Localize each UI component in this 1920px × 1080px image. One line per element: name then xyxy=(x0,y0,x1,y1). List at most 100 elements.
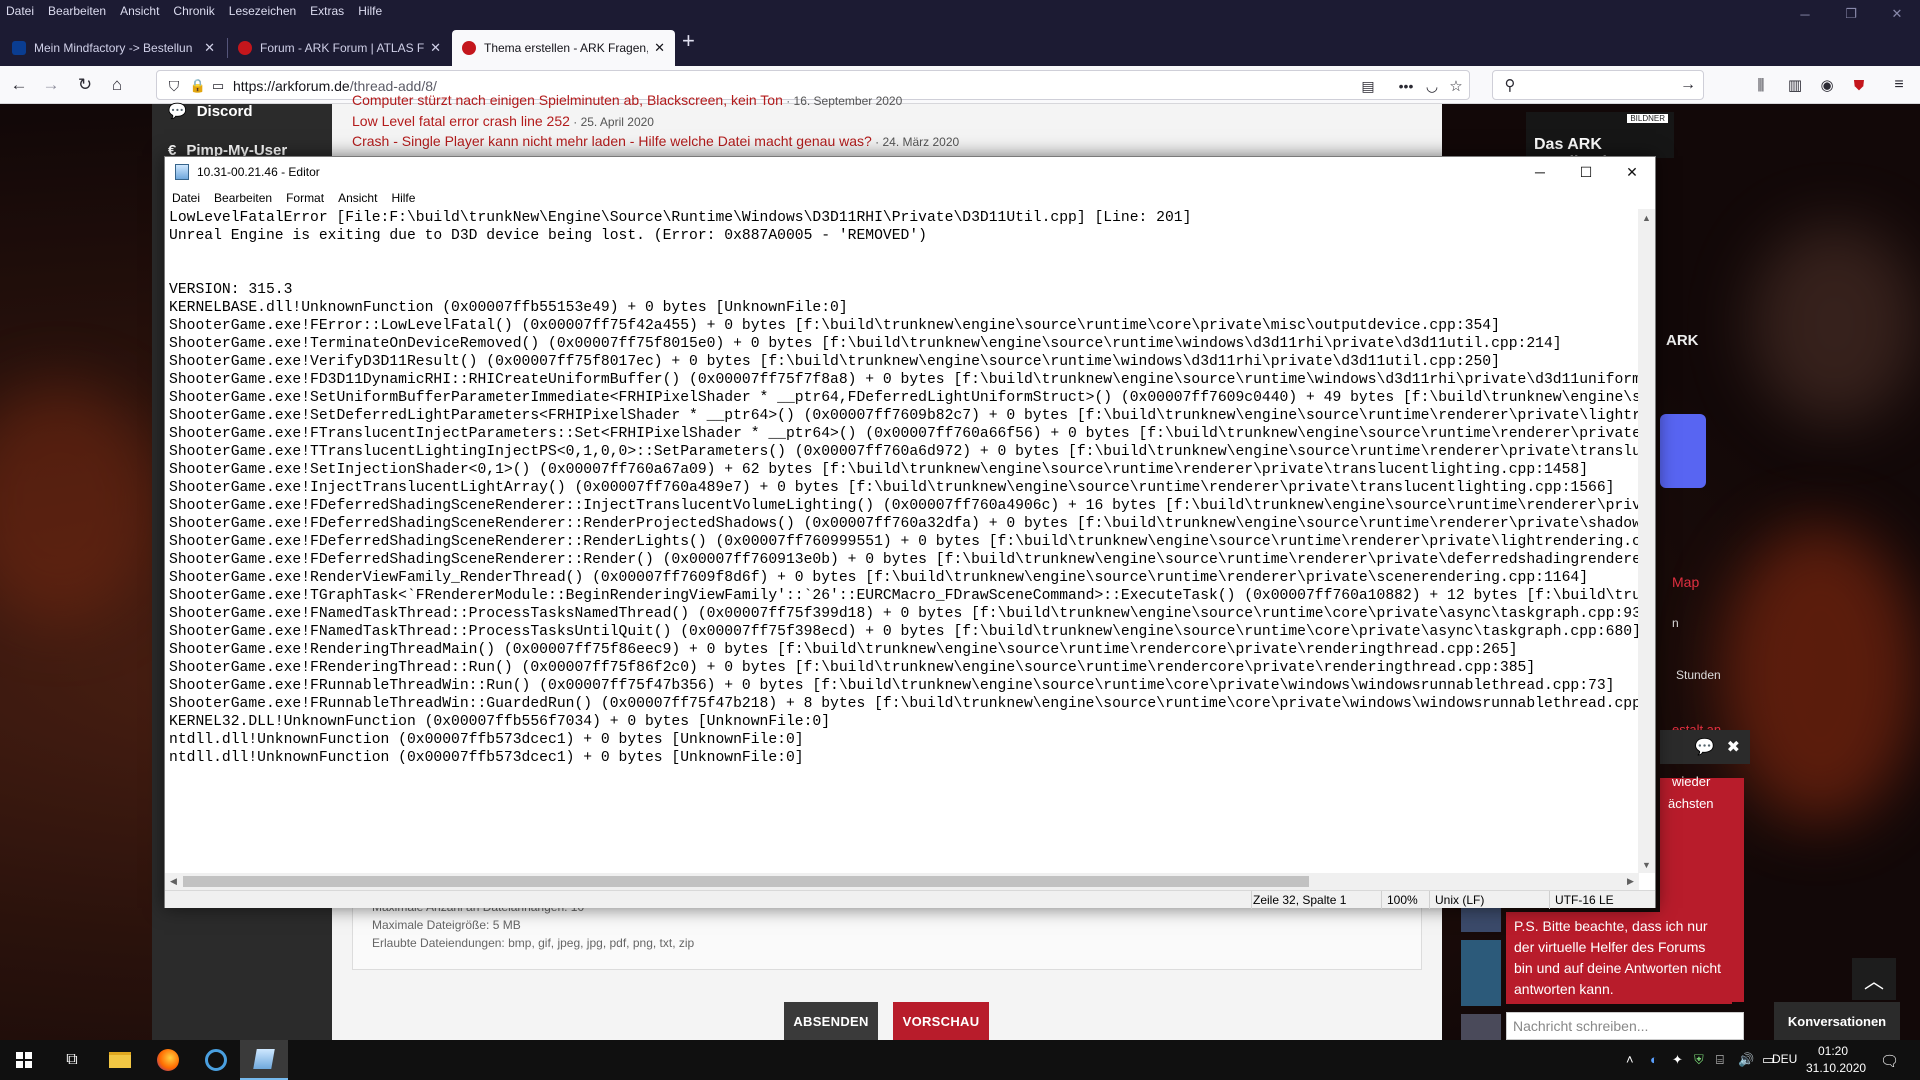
sidebar-icon[interactable]: ▥ xyxy=(1782,72,1808,98)
chat-bubble-icon[interactable]: 💬 xyxy=(1695,737,1715,757)
thread-title: Crash - Single Player kann nicht mehr la… xyxy=(352,133,872,149)
new-tab-icon[interactable]: + xyxy=(682,28,695,54)
chat-message-input[interactable]: Nachricht schreiben... xyxy=(1506,1012,1744,1040)
similar-thread-link[interactable]: Crash - Single Player kann nicht mehr la… xyxy=(352,133,959,149)
chat-snippet: ächsten xyxy=(1668,796,1714,811)
sidebar-item-discord[interactable]: 💬 Discord xyxy=(168,102,253,121)
handbuch-badge: BILDNER xyxy=(1627,114,1668,123)
search-icon: ⚲ xyxy=(1504,77,1516,94)
background-glow xyxy=(0,384,160,624)
menu-format[interactable]: Format xyxy=(279,191,331,205)
menu-ansicht[interactable]: Ansicht xyxy=(331,191,384,205)
input-language[interactable]: DEU xyxy=(1772,1052,1797,1066)
menu-ansicht[interactable]: Ansicht xyxy=(113,4,166,18)
firefox-taskbar-icon[interactable] xyxy=(144,1040,192,1080)
arc-launcher-icon[interactable] xyxy=(192,1040,240,1080)
go-arrow-icon[interactable]: → xyxy=(1675,72,1701,98)
windows-taskbar: ⧉ ˄ ◐ ✦ ⛨ ⌸ 🔊 ▭ DEU 01:20 31.10.2020 🗨 xyxy=(0,1040,1920,1080)
bookmark-star-icon[interactable]: ☆ xyxy=(1443,73,1469,99)
close-tab-icon[interactable]: ✕ xyxy=(654,40,665,56)
tray-network-app-icon[interactable]: ✦ xyxy=(1672,1052,1683,1068)
tab-thema-erstellen[interactable]: Thema erstellen - ARK Fragen, I ✕ xyxy=(452,30,675,66)
menu-lesezeichen[interactable]: Lesezeichen xyxy=(222,4,303,18)
tray-shield-icon[interactable]: ⛨ xyxy=(1694,1052,1704,1068)
account-icon[interactable]: ◉ xyxy=(1814,72,1840,98)
scroll-right-icon[interactable]: ▶ xyxy=(1622,873,1639,890)
horizontal-scroll-thumb[interactable] xyxy=(183,876,1309,887)
notepad-menubar: Datei Bearbeiten Format Ansicht Hilfe xyxy=(165,187,1655,209)
close-window-icon[interactable]: ✕ xyxy=(1609,157,1655,187)
notepad-window-controls: ─ ☐ ✕ xyxy=(1517,157,1655,187)
notepad-statusbar: Zeile 32, Spalte 1 100% Unix (LF) UTF-16… xyxy=(165,890,1655,909)
taskbar-clock[interactable]: 01:20 31.10.2020 xyxy=(1806,1043,1866,1077)
menu-bearbeiten[interactable]: Bearbeiten xyxy=(207,191,279,205)
notepad-taskbar-icon[interactable] xyxy=(240,1040,288,1080)
tray-chevron-up-icon[interactable]: ˄ xyxy=(1626,1052,1634,1067)
menu-hilfe[interactable]: Hilfe xyxy=(351,4,389,18)
start-button[interactable] xyxy=(0,1040,48,1080)
hamburger-menu-icon[interactable]: ≡ xyxy=(1886,72,1912,98)
background-glow xyxy=(1720,524,1920,824)
thread-date: · 25. April 2020 xyxy=(569,115,654,129)
minimize-icon[interactable]: ─ xyxy=(1517,157,1563,187)
chat-thumbnails xyxy=(1461,906,1503,1056)
notepad-text-area[interactable]: LowLevelFatalError [File:F:\build\trunkN… xyxy=(169,209,1653,859)
scroll-left-icon[interactable]: ◀ xyxy=(165,873,182,890)
maximize-icon[interactable]: ☐ xyxy=(1563,157,1609,187)
tray-network-icon[interactable]: ⌸ xyxy=(1716,1052,1724,1068)
similar-thread-link[interactable]: Low Level fatal error crash line 252 · 2… xyxy=(352,113,654,129)
search-bar[interactable]: ⚲ → xyxy=(1492,70,1704,100)
notepad-titlebar[interactable]: 10.31-00.21.46 - Editor xyxy=(165,157,1655,187)
library-icon[interactable]: ⫼ xyxy=(1748,72,1774,98)
tab-ark-forum[interactable]: Forum - ARK Forum | ATLAS Fo ✕ xyxy=(228,30,451,66)
tray-volume-icon[interactable]: 🔊 xyxy=(1738,1052,1754,1068)
ublock-icon[interactable]: ⛊ xyxy=(1846,72,1872,98)
chat-snippet: wieder xyxy=(1672,774,1711,789)
shield-icon[interactable]: ⛉ xyxy=(161,73,187,99)
menu-datei[interactable]: Datei xyxy=(165,191,207,205)
horizontal-scrollbar[interactable]: ◀ ▶ xyxy=(165,873,1639,890)
close-tab-icon[interactable]: ✕ xyxy=(204,40,215,56)
more-icon[interactable]: ••• xyxy=(1393,73,1419,99)
tab-title: Mein Mindfactory -> Bestellun xyxy=(34,41,193,55)
map-link[interactable]: Map xyxy=(1672,574,1699,590)
chat-bubble-icon: 💬 xyxy=(168,103,187,120)
task-view-icon[interactable]: ⧉ xyxy=(48,1040,96,1080)
preview-button[interactable]: VORSCHAU xyxy=(893,1002,989,1040)
file-explorer-icon[interactable] xyxy=(96,1040,144,1080)
vertical-scrollbar[interactable]: ▲ ▼ xyxy=(1638,209,1655,873)
close-tab-icon[interactable]: ✕ xyxy=(430,40,441,56)
menu-extras[interactable]: Extras xyxy=(303,4,351,18)
scroll-up-icon[interactable]: ▲ xyxy=(1638,209,1655,226)
page-info-icon[interactable]: ▭ xyxy=(205,73,231,99)
close-chat-icon[interactable]: ✖ xyxy=(1727,737,1740,757)
thumbnail-image[interactable] xyxy=(1461,906,1501,932)
background-glow xyxy=(1750,224,1920,424)
menu-chronik[interactable]: Chronik xyxy=(166,4,221,18)
reader-view-icon[interactable]: ▤ xyxy=(1355,73,1381,99)
notepad-window: 10.31-00.21.46 - Editor ─ ☐ ✕ Datei Bear… xyxy=(164,156,1656,909)
home-icon[interactable]: ⌂ xyxy=(104,72,130,98)
tab-mindfactory[interactable]: Mein Mindfactory -> Bestellun ✕ xyxy=(2,30,225,66)
pocket-icon[interactable]: ◡ xyxy=(1419,73,1445,99)
stunden-snippet: Stunden xyxy=(1676,668,1721,682)
forward-arrow-icon[interactable]: → xyxy=(38,72,64,98)
submit-button[interactable]: ABSENDEN xyxy=(784,1002,878,1040)
chatbot-message: P.S. Bitte beachte, dass ich nur der vir… xyxy=(1506,912,1732,1004)
notification-center-icon[interactable]: 🗨 xyxy=(1880,1052,1899,1070)
reload-icon[interactable]: ↻ xyxy=(72,72,98,98)
thumbnail-image[interactable] xyxy=(1461,940,1501,1006)
back-arrow-icon[interactable]: ← xyxy=(6,72,32,98)
scroll-down-icon[interactable]: ▼ xyxy=(1638,856,1655,873)
menu-bearbeiten[interactable]: Bearbeiten xyxy=(41,4,113,18)
conversations-button[interactable]: Konversationen xyxy=(1774,1002,1900,1040)
menu-hilfe[interactable]: Hilfe xyxy=(384,191,422,205)
ark-handbuch-banner[interactable]: BILDNER Das ARK Handbuch xyxy=(1526,112,1674,171)
ring-logo-icon xyxy=(205,1049,227,1071)
tray-app-icon[interactable]: ◐ xyxy=(1650,1052,1658,1067)
scroll-top-icon[interactable]: ︿ xyxy=(1852,958,1896,1000)
menu-datei[interactable]: Datei xyxy=(0,4,41,18)
discord-logo-icon[interactable] xyxy=(1660,414,1706,488)
similar-thread-link[interactable]: Computer stürzt nach einigen Spielminute… xyxy=(352,92,902,108)
ark-snippet: ARK xyxy=(1666,332,1699,349)
